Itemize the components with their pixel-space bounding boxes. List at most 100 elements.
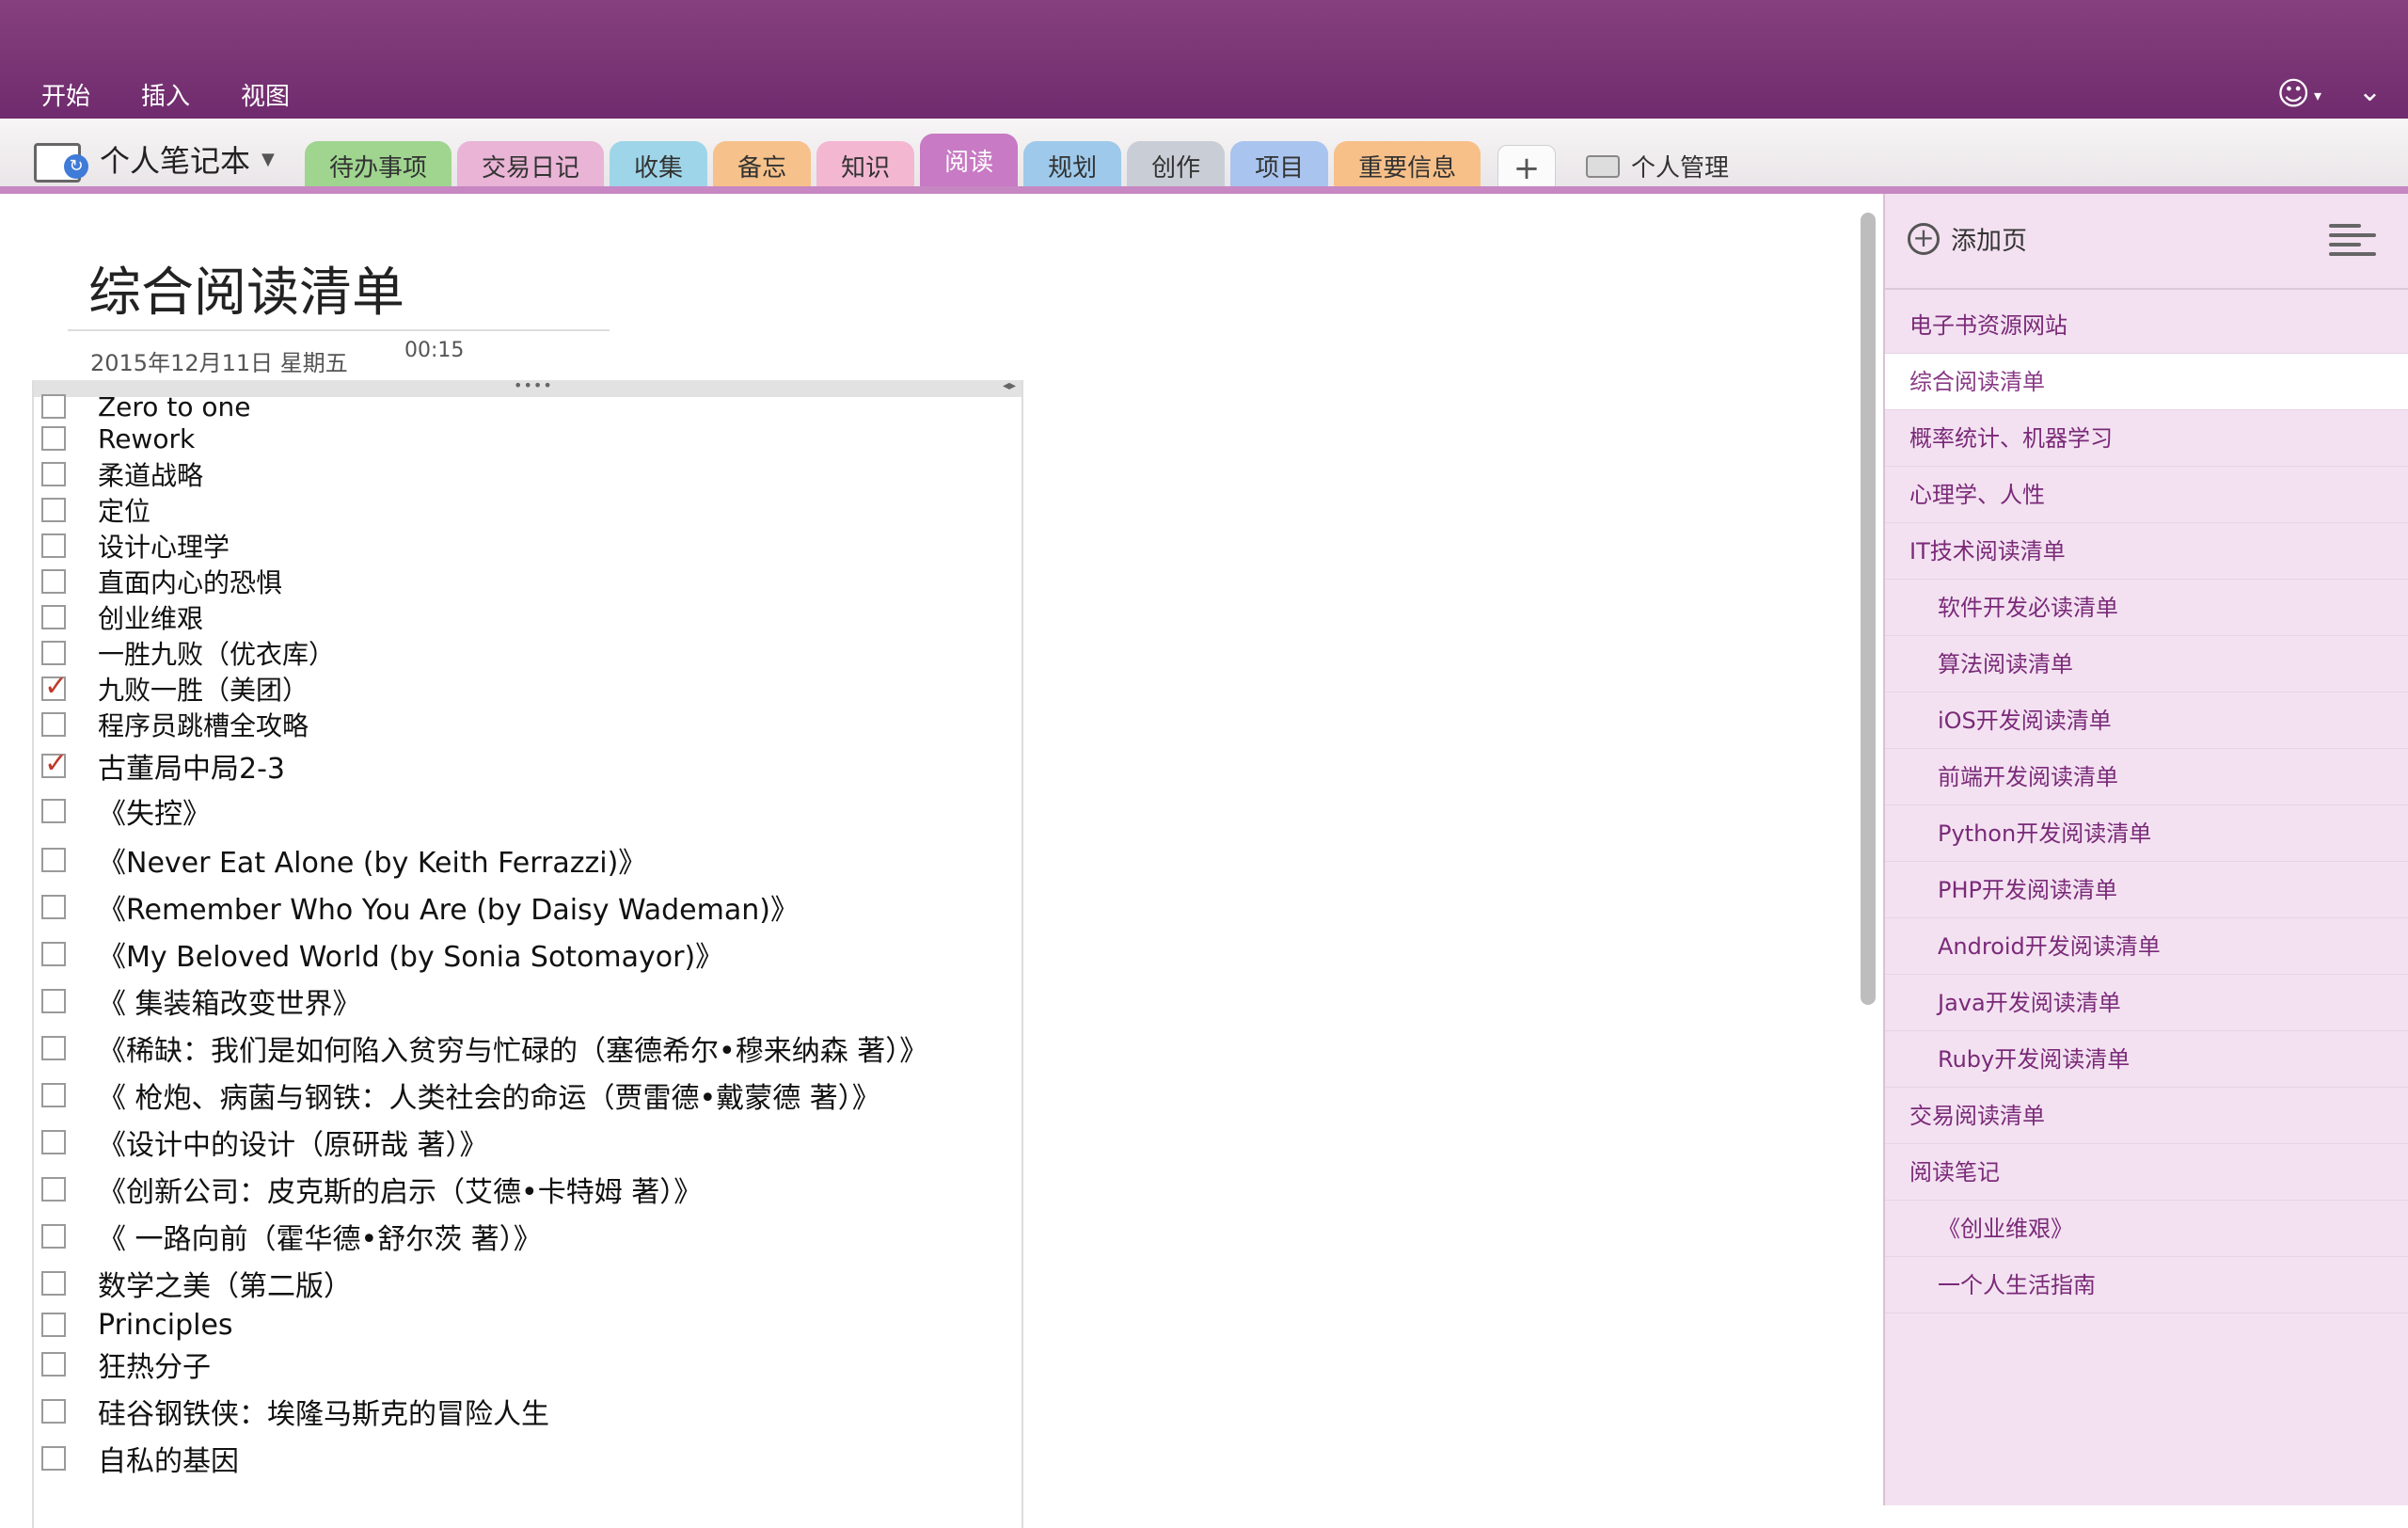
page-list-item[interactable]: iOS开发阅读清单 [1885, 692, 2408, 749]
page-list-item[interactable]: 综合阅读清单 [1885, 354, 2408, 410]
page-list-item[interactable]: IT技术阅读清单 [1885, 523, 2408, 580]
page-list-item[interactable]: 概率统计、机器学习 [1885, 410, 2408, 467]
todo-text[interactable]: 《 枪炮、病菌与钢铁：人类社会的命运（贾雷德•戴蒙德 著）》 [98, 1074, 880, 1116]
todo-text[interactable]: 创业维艰 [98, 598, 203, 636]
todo-checkbox[interactable] [41, 1446, 66, 1471]
todo-checkbox[interactable] [41, 1083, 66, 1107]
page-list-item[interactable]: 一个人生活指南 [1885, 1257, 2408, 1313]
section-tab[interactable]: 项目 [1230, 141, 1329, 192]
todo-checkbox[interactable] [41, 1224, 66, 1249]
add-page-button[interactable]: + 添加页 [1908, 220, 2027, 257]
todo-text[interactable]: 《失控》 [98, 790, 211, 832]
todo-text[interactable]: 古董局中局2-3 [98, 745, 285, 787]
page-canvas[interactable]: 综合阅读清单 2015年12月11日 星期五 00:15 •••• ◂▸ Zer… [0, 194, 1859, 1528]
todo-checkbox[interactable] [41, 1036, 66, 1060]
page-list-item[interactable]: PHP开发阅读清单 [1885, 862, 2408, 918]
todo-checkbox[interactable] [41, 533, 66, 558]
collapse-ribbon-chevron-icon[interactable]: ⌄ [2358, 75, 2382, 108]
todo-checkbox[interactable] [41, 1177, 66, 1202]
section-tab[interactable]: 规划 [1023, 141, 1122, 192]
page-list-item[interactable]: Ruby开发阅读清单 [1885, 1031, 2408, 1088]
feedback-smiley-icon[interactable]: ☺ ▾ [2277, 75, 2321, 113]
section-tab[interactable]: 知识 [816, 141, 915, 192]
todo-checkbox[interactable]: ✓ [41, 747, 68, 780]
todo-text[interactable]: 设计心理学 [98, 527, 230, 565]
todo-text[interactable]: 《My Beloved World (by Sonia Sotomayor)》 [98, 933, 723, 975]
todo-text[interactable]: 柔道战略 [98, 455, 203, 493]
todo-text[interactable]: 《设计中的设计（原研哉 著）》 [98, 1122, 488, 1163]
page-list-item[interactable]: 软件开发必读清单 [1885, 580, 2408, 636]
section-tab[interactable]: 交易日记 [457, 141, 605, 192]
todo-text[interactable]: 一胜九败（优衣库） [98, 634, 335, 672]
notebook-picker[interactable]: ↻ 个人笔记本 ▼ [34, 137, 275, 183]
todo-item: 《设计中的设计（原研哉 著）》 [41, 1125, 488, 1162]
todo-checkbox[interactable] [41, 1313, 66, 1337]
menu-view[interactable]: 视图 [241, 77, 290, 112]
page-list-item[interactable]: 心理学、人性 [1885, 467, 2408, 523]
notebook-title: 个人笔记本 [100, 143, 251, 179]
todo-checkbox[interactable] [41, 498, 66, 522]
page-list-item[interactable]: Android开发阅读清单 [1885, 918, 2408, 975]
note-container[interactable]: •••• ◂▸ Zero to one Rework 柔道战略 定位 设计心理学 直面内心… [32, 376, 1023, 1528]
todo-checkbox[interactable] [41, 394, 66, 419]
page-scrollbar[interactable] [1861, 213, 1876, 1005]
todo-text[interactable]: 狂热分子 [98, 1344, 211, 1385]
todo-checkbox[interactable] [41, 1271, 66, 1296]
todo-checkbox[interactable] [41, 426, 66, 451]
todo-text[interactable]: 《Never Eat Alone (by Keith Ferrazzi)》 [98, 839, 646, 881]
page-list-item[interactable]: 交易阅读清单 [1885, 1088, 2408, 1144]
notebook-caret-icon: ▼ [261, 149, 275, 169]
resize-arrows-icon[interactable]: ◂▸ [1003, 378, 1016, 393]
page-list-item[interactable]: 《创业维艰》 [1885, 1201, 2408, 1257]
todo-checkbox[interactable] [41, 712, 66, 737]
todo-checkbox[interactable]: ✓ [41, 670, 68, 703]
todo-text[interactable]: 硅谷钢铁侠：埃隆马斯克的冒险人生 [98, 1391, 549, 1432]
todo-checkbox[interactable] [41, 605, 66, 629]
todo-checkbox[interactable] [41, 799, 66, 823]
page-title[interactable]: 综合阅读清单 [88, 250, 404, 326]
page-sort-menu-icon[interactable] [2329, 222, 2376, 256]
todo-text[interactable]: 《 一路向前（霍华德•舒尔茨 著）》 [98, 1216, 542, 1257]
todo-text[interactable]: 直面内心的恐惧 [98, 563, 282, 600]
todo-text[interactable]: 定位 [98, 491, 150, 529]
todo-text[interactable]: Principles [98, 1309, 233, 1342]
page-date: 2015年12月11日 星期五 [90, 350, 348, 376]
page-list-item[interactable]: 阅读笔记 [1885, 1144, 2408, 1201]
todo-checkbox[interactable] [41, 942, 66, 966]
todo-checkbox[interactable] [41, 848, 66, 872]
menu-start[interactable]: 开始 [41, 77, 90, 112]
todo-text[interactable]: 九败一胜（美团） [98, 670, 309, 708]
todo-text[interactable]: 自私的基因 [98, 1438, 239, 1479]
todo-text[interactable]: 《 集装箱改变世界》 [98, 980, 361, 1022]
todo-text[interactable]: Rework [98, 423, 195, 454]
todo-checkbox[interactable] [41, 641, 66, 665]
page-list-item[interactable]: 前端开发阅读清单 [1885, 749, 2408, 805]
todo-checkbox[interactable] [41, 1352, 66, 1377]
section-tab[interactable]: 待办事项 [305, 141, 452, 192]
todo-text[interactable]: Zero to one [98, 391, 250, 422]
section-tab[interactable]: 收集 [610, 141, 708, 192]
todo-text[interactable]: 《Remember Who You Are (by Daisy Wademan)… [98, 886, 799, 928]
page-list-item[interactable]: 电子书资源网站 [1885, 297, 2408, 354]
todo-checkbox[interactable] [41, 569, 66, 594]
page-list-item[interactable]: 算法阅读清单 [1885, 636, 2408, 692]
todo-text[interactable]: 数学之美（第二版） [98, 1263, 352, 1304]
drag-grip-icon[interactable]: •••• [514, 376, 553, 394]
todo-checkbox[interactable] [41, 989, 66, 1013]
todo-text[interactable]: 程序员跳槽全攻略 [98, 706, 309, 743]
page-list-item[interactable]: Python开发阅读清单 [1885, 805, 2408, 862]
section-tab[interactable]: 备忘 [713, 141, 812, 192]
todo-checkbox[interactable] [41, 1399, 66, 1424]
page-list-item[interactable]: Java开发阅读清单 [1885, 975, 2408, 1031]
todo-checkbox[interactable] [41, 462, 66, 486]
todo-text[interactable]: 《创新公司：皮克斯的启示（艾德•卡特姆 著）》 [98, 1169, 702, 1210]
section-tab[interactable]: 阅读 [920, 134, 1019, 192]
section-tab[interactable]: 重要信息 [1334, 141, 1481, 192]
todo-checkbox[interactable] [41, 1130, 66, 1154]
todo-checkbox[interactable] [41, 895, 66, 919]
menu-insert[interactable]: 插入 [141, 77, 190, 112]
todo-text[interactable]: 《稀缺：我们是如何陷入贫穷与忙碌的（塞德希尔•穆来纳森 著）》 [98, 1027, 927, 1069]
todo-item: 直面内心的恐惧 [41, 565, 282, 598]
section-group-personal[interactable]: 个人管理 [1586, 149, 1729, 183]
section-tab[interactable]: 创作 [1127, 141, 1226, 192]
